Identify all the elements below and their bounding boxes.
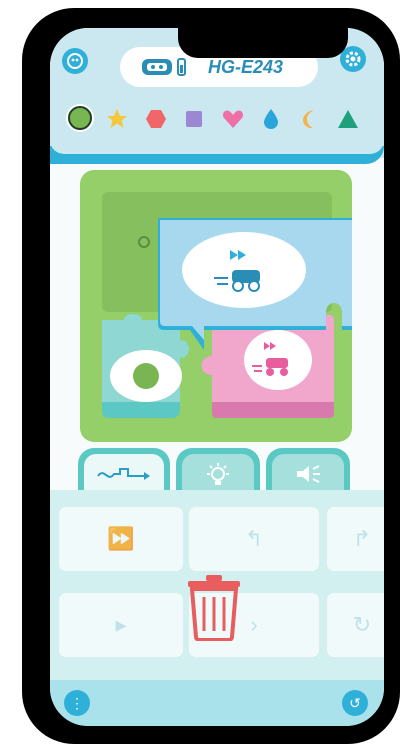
footer-bar: ⋮ ↺ <box>50 680 384 726</box>
lightbulb-icon <box>207 463 229 485</box>
green-circle-icon[interactable] <box>64 102 96 134</box>
color-filter-row <box>50 100 384 140</box>
undo-icon[interactable]: ↺ <box>342 690 368 716</box>
pink-heart-icon[interactable] <box>222 109 244 129</box>
camera-notch <box>178 28 348 58</box>
robot-forward-fast-icon[interactable]: ⏩ <box>58 506 184 572</box>
speaker-icon <box>297 465 320 483</box>
turn-right-45-icon[interactable]: ↱ <box>326 506 384 572</box>
robot-forward-slow-icon[interactable]: ▸ <box>58 592 184 658</box>
orange-moon-icon[interactable] <box>300 108 320 130</box>
turn-left-arrow-icon[interactable]: ↰ <box>188 506 320 572</box>
trash-icon[interactable] <box>184 573 244 641</box>
block-category-tabs <box>50 448 384 496</box>
red-hexagon-icon[interactable] <box>145 108 167 130</box>
more-vertical-icon[interactable]: ⋮ <box>64 690 90 716</box>
app-screen: HG-E243 ⏩ ↰ ↱ ▸ › ↻ ⋮ ↺ <box>50 28 384 726</box>
program-canvas[interactable] <box>80 170 352 442</box>
yellow-star-icon[interactable] <box>106 108 128 130</box>
header-bottom-curve <box>50 140 384 154</box>
tab-lights[interactable] <box>176 448 260 494</box>
purple-square-icon[interactable] <box>185 110 203 128</box>
blue-drop-icon[interactable] <box>263 108 279 130</box>
tab-sound[interactable] <box>266 448 350 494</box>
path-arrow-icon <box>97 468 150 480</box>
forward-fast-block[interactable] <box>201 315 335 418</box>
robot-name: HG-E243 <box>208 57 284 77</box>
rotate-right-icon[interactable]: ↻ <box>326 592 384 658</box>
robot-face-icon[interactable] <box>62 48 88 74</box>
tab-movement[interactable] <box>78 448 170 494</box>
green-triangle-icon[interactable] <box>337 109 359 129</box>
